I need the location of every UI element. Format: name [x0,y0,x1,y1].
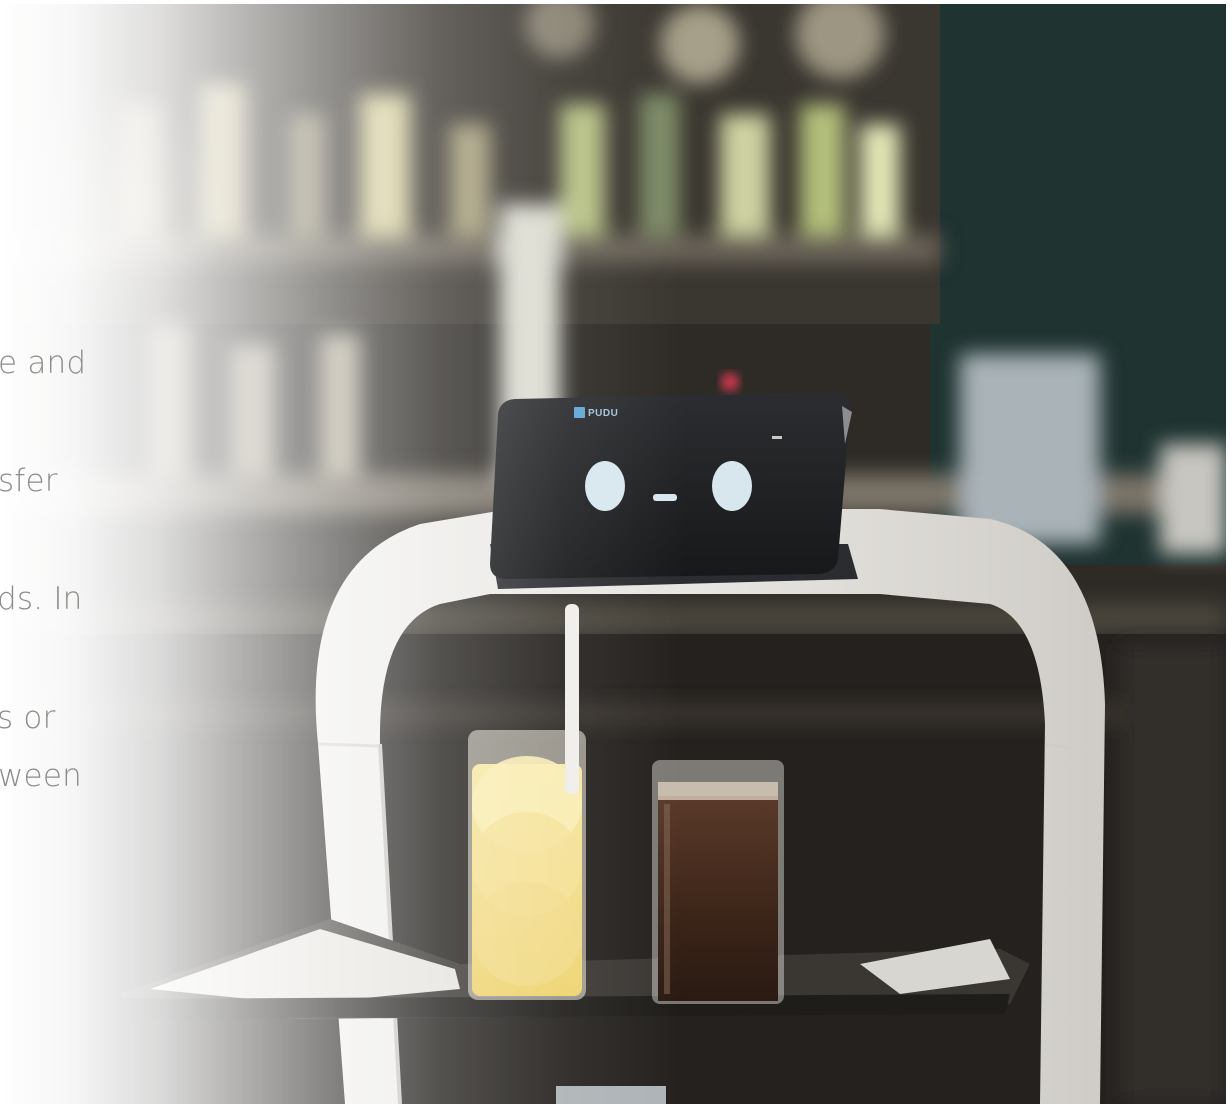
paragraph-line-1: e and [0,345,87,381]
pudu-logo-icon [574,407,585,418]
paragraph-line-3: ds. In [0,581,83,617]
clipped-paragraph: e and sfer ds. In s or ween [0,4,200,1104]
robot-screen [490,392,852,579]
paragraph-line-4: s or [0,700,56,736]
paragraph-line-5: ween [0,758,82,794]
hero-photo: PUDU e and sfer ds. In s or ween [0,4,1226,1104]
robot-brand-label: PUDU [588,408,619,419]
paragraph-line-2: sfer [0,463,58,499]
